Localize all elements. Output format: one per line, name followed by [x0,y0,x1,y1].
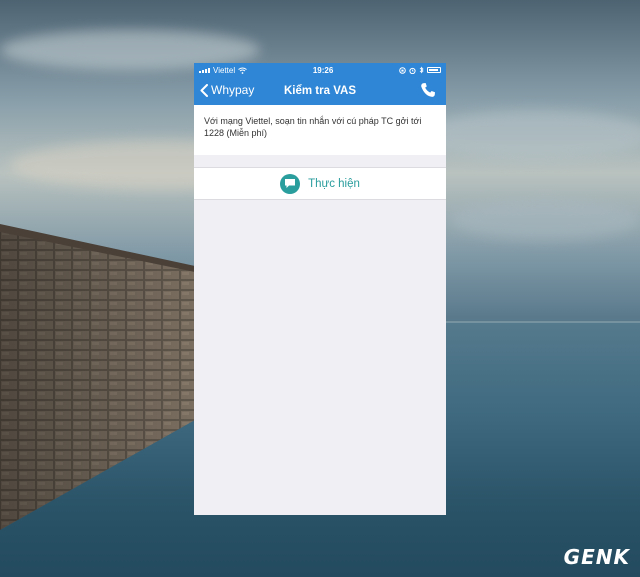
stone-wall [0,224,195,530]
phone-screen: Viettel 19:26 Whypay Kiểm tra VAS Với mạ… [194,63,446,515]
bluetooth-icon [419,66,424,74]
chevron-left-icon [200,83,208,97]
back-button-label: Whypay [211,83,255,97]
battery-icon [427,67,441,73]
alarm-icon [409,67,416,74]
phone-icon[interactable] [420,82,436,98]
carrier-label: Viettel [213,65,236,75]
back-button[interactable]: Whypay [200,83,254,97]
lock-rotation-icon [399,66,406,74]
status-time: 19:26 [312,65,334,75]
genk-logo: GENK [563,545,630,569]
signal-icon [199,67,210,73]
status-bar: Viettel 19:26 [194,63,446,77]
instruction-text: Với mạng Viettel, soạn tin nhắn với cú p… [194,105,446,155]
wifi-icon [238,67,247,74]
message-icon [280,173,301,194]
execute-button-label: Thực hiện [308,177,360,190]
execute-button[interactable]: Thực hiện [194,167,446,200]
navigation-bar: Whypay Kiểm tra VAS [194,77,446,105]
